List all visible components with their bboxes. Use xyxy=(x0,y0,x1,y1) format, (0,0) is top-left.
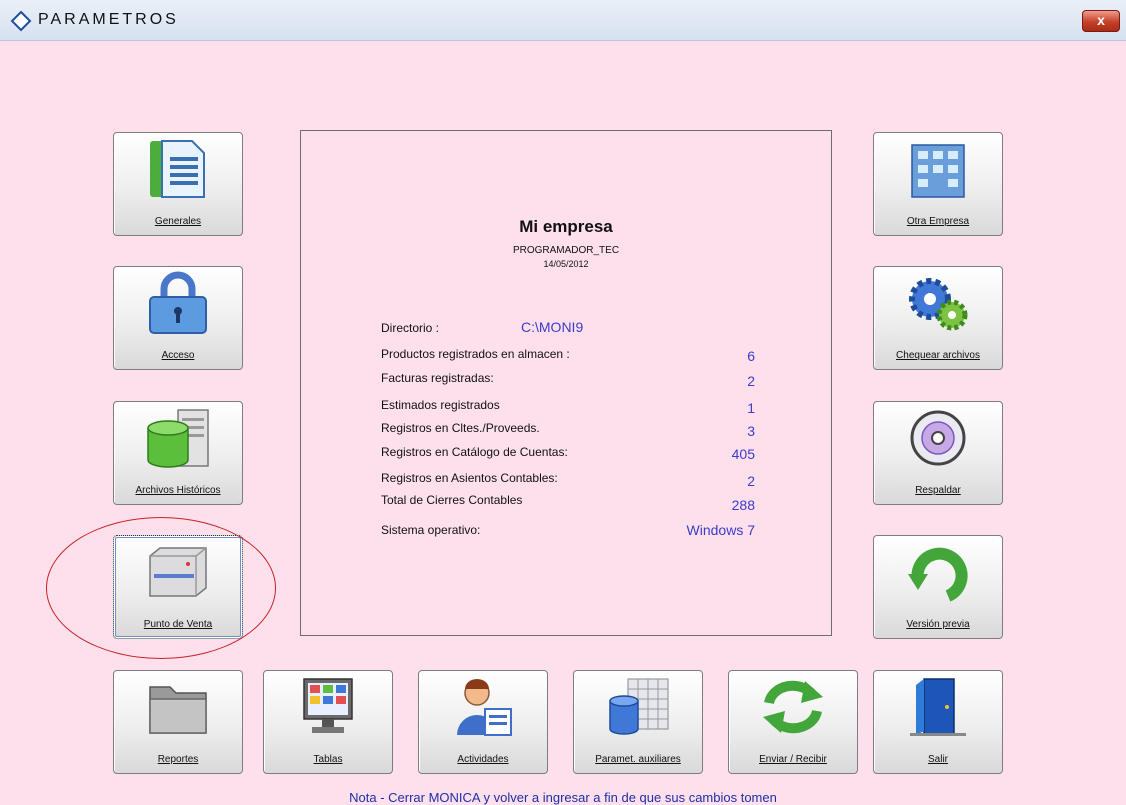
cierres-label: Total de Cierres Contables xyxy=(381,493,523,507)
company-info-panel: Mi empresa PROGRAMADOR_TEC 14/05/2012 Di… xyxy=(300,130,832,636)
directorio-label: Directorio : xyxy=(381,321,440,335)
productos-value: 6 xyxy=(747,348,755,364)
office-building-icon xyxy=(911,144,965,198)
enviar-recibir-button[interactable]: Enviar / Recibir xyxy=(728,670,858,774)
enviar-recibir-label: Enviar / Recibir xyxy=(759,754,827,765)
generales-label: Generales xyxy=(154,216,202,227)
printer-icon xyxy=(149,547,207,597)
otra-empresa-label: Otra Empresa xyxy=(906,216,970,227)
archivos-historicos-label: Archivos Históricos xyxy=(135,485,221,496)
clientes-label: Registros en Cltes./Proveeds. xyxy=(381,421,540,435)
app-diamond-icon xyxy=(10,10,32,32)
catalogo-value: 405 xyxy=(731,446,755,462)
asientos-label: Registros en Asientos Contables: xyxy=(381,471,558,485)
facturas-label: Facturas registradas: xyxy=(381,371,494,385)
sync-arrows-icon xyxy=(763,680,823,734)
tablas-label: Tablas xyxy=(313,754,343,765)
close-button[interactable]: x xyxy=(1082,10,1120,32)
directorio-value: C:\MONI9 xyxy=(521,319,584,335)
title-bar: PARAMETROS x xyxy=(0,0,1126,41)
document-icon xyxy=(150,140,205,198)
server-database-icon xyxy=(147,409,209,468)
archivos-historicos-button[interactable]: Archivos Históricos xyxy=(113,401,243,505)
monitor-table-icon xyxy=(303,678,353,733)
salir-label: Salir xyxy=(927,754,948,765)
estimados-label: Estimados registrados xyxy=(381,398,500,412)
actividades-label: Actividades xyxy=(457,754,509,765)
acceso-button[interactable]: Acceso xyxy=(113,266,243,370)
green-back-arrow-icon xyxy=(908,547,968,602)
catalogo-label: Registros en Catálogo de Cuentas: xyxy=(381,445,568,459)
sistema-value: Windows 7 xyxy=(686,522,755,538)
chequear-archivos-label: Chequear archivos xyxy=(896,350,980,361)
company-name: Mi empresa xyxy=(519,217,613,236)
current-date: 14/05/2012 xyxy=(543,259,589,269)
clientes-value: 3 xyxy=(747,423,755,439)
paramet-auxiliares-label: Paramet. auxiliares xyxy=(595,754,681,765)
generales-button[interactable]: Generales xyxy=(113,132,243,236)
reportes-button[interactable]: Reportes xyxy=(113,670,243,774)
actividades-button[interactable]: Actividades xyxy=(418,670,548,774)
respaldar-label: Respaldar xyxy=(915,485,961,496)
sistema-label: Sistema operativo: xyxy=(381,523,481,537)
person-document-icon xyxy=(457,679,512,736)
folder-icon xyxy=(149,686,207,734)
version-previa-button[interactable]: Versión previa xyxy=(873,535,1003,639)
version-previa-label: Versión previa xyxy=(906,619,970,630)
window-title: PARAMETROS xyxy=(38,11,179,28)
punto-de-venta-button[interactable]: Punto de Venta xyxy=(113,535,243,639)
punto-de-venta-label: Punto de Venta xyxy=(143,619,213,630)
cd-disc-icon xyxy=(910,410,966,466)
footer-note: Nota - Cerrar MONICA y volver a ingresar… xyxy=(349,790,777,805)
paramet-auxiliares-button[interactable]: Paramet. auxiliares xyxy=(573,670,703,774)
otra-empresa-button[interactable]: Otra Empresa xyxy=(873,132,1003,236)
reportes-label: Reportes xyxy=(157,754,199,765)
padlock-icon xyxy=(149,271,207,334)
facturas-value: 2 xyxy=(747,373,755,389)
user-name: PROGRAMADOR_TEC xyxy=(512,245,620,256)
respaldar-button[interactable]: Respaldar xyxy=(873,401,1003,505)
tablas-button[interactable]: Tablas xyxy=(263,670,393,774)
chequear-archivos-button[interactable]: Chequear archivos xyxy=(873,266,1003,370)
cierres-value: 288 xyxy=(731,497,755,513)
acceso-label: Acceso xyxy=(161,350,195,361)
gears-icon xyxy=(909,278,968,331)
exit-door-icon xyxy=(910,678,966,736)
database-grid-icon xyxy=(609,678,669,735)
productos-label: Productos registrados en almacen : xyxy=(381,347,570,361)
asientos-value: 2 xyxy=(747,473,755,489)
salir-button[interactable]: Salir xyxy=(873,670,1003,774)
estimados-value: 1 xyxy=(747,400,755,416)
